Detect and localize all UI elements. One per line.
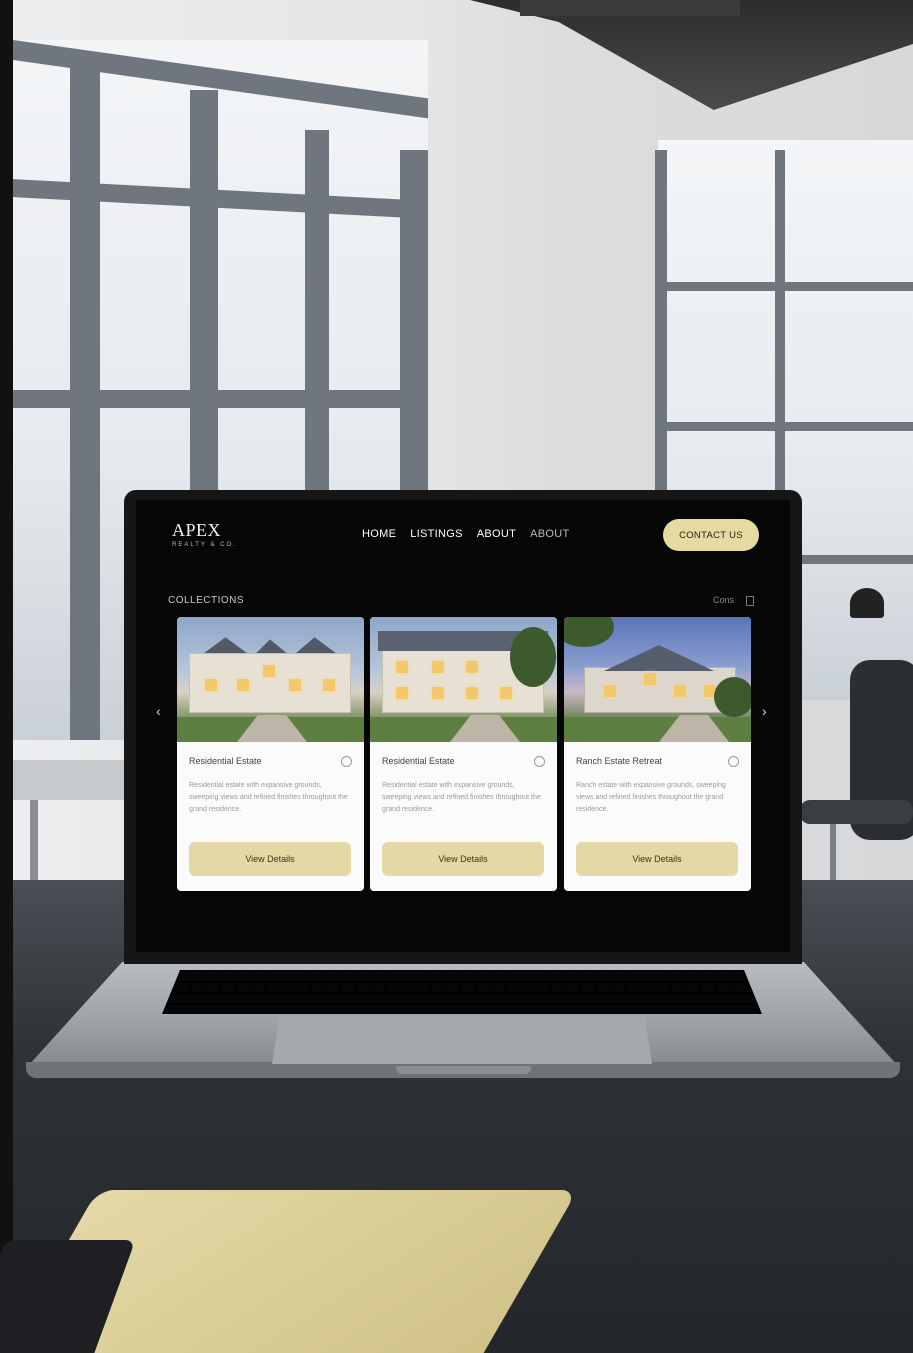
info-icon[interactable] xyxy=(341,756,352,767)
listing-description: Ranch estate with expansive grounds, swe… xyxy=(576,782,726,813)
nav-home[interactable]: HOME xyxy=(362,528,396,540)
section-title: COLLECTIONS xyxy=(168,595,245,606)
office-chair xyxy=(800,660,913,910)
contact-us-button[interactable]: CONTACT US xyxy=(663,519,759,551)
nav-about-secondary[interactable]: ABOUT xyxy=(530,528,569,540)
listing-description: Residential estate with expansive ground… xyxy=(382,782,541,813)
listing-title: Ranch Estate Retreat xyxy=(576,756,663,766)
view-details-button[interactable]: View Details xyxy=(576,842,738,876)
left-window-frame xyxy=(13,390,428,408)
chevron-right-icon[interactable]: › xyxy=(762,703,767,719)
listing-title: Residential Estate xyxy=(189,756,262,766)
info-icon[interactable] xyxy=(728,756,739,767)
frame-edge xyxy=(0,0,13,1353)
site-logo[interactable]: APEX xyxy=(172,520,221,541)
list-icon[interactable] xyxy=(746,596,754,606)
listing-card[interactable]: Residential Estate Residential estate wi… xyxy=(177,617,364,891)
laptop-keyboard xyxy=(162,970,762,1014)
listing-card[interactable]: Residential Estate Residential estate wi… xyxy=(370,617,557,891)
listing-photo xyxy=(564,617,751,742)
chevron-left-icon[interactable]: ‹ xyxy=(156,703,161,719)
background-desk xyxy=(13,760,133,800)
laptop-notch xyxy=(396,1066,531,1074)
listing-photo xyxy=(177,617,364,742)
background-desk-leg xyxy=(30,800,38,880)
section-view-toggle[interactable]: Cons xyxy=(713,595,734,605)
site-logo-tagline: REALTY & CO. xyxy=(172,542,237,548)
view-details-button[interactable]: View Details xyxy=(382,842,544,876)
website-screen: APEX REALTY & CO. HOME LISTINGS ABOUT AB… xyxy=(136,500,790,952)
right-window-frame xyxy=(655,282,913,291)
laptop-trackpad xyxy=(272,1016,652,1064)
nav-listings[interactable]: LISTINGS xyxy=(410,528,463,540)
listing-title: Residential Estate xyxy=(382,756,455,766)
view-details-button[interactable]: View Details xyxy=(189,842,351,876)
ceiling-beam xyxy=(520,0,740,16)
listing-photo xyxy=(370,617,557,742)
scene: APEX REALTY & CO. HOME LISTINGS ABOUT AB… xyxy=(0,0,913,1353)
desk-lamp xyxy=(850,588,884,618)
nav-about[interactable]: ABOUT xyxy=(477,528,516,540)
info-icon[interactable] xyxy=(534,756,545,767)
right-window-frame xyxy=(655,422,913,431)
listing-card[interactable]: Ranch Estate Retreat Ranch estate with e… xyxy=(564,617,751,891)
listing-description: Residential estate with expansive ground… xyxy=(189,782,348,813)
site-nav: HOME LISTINGS ABOUT ABOUT xyxy=(362,528,570,540)
